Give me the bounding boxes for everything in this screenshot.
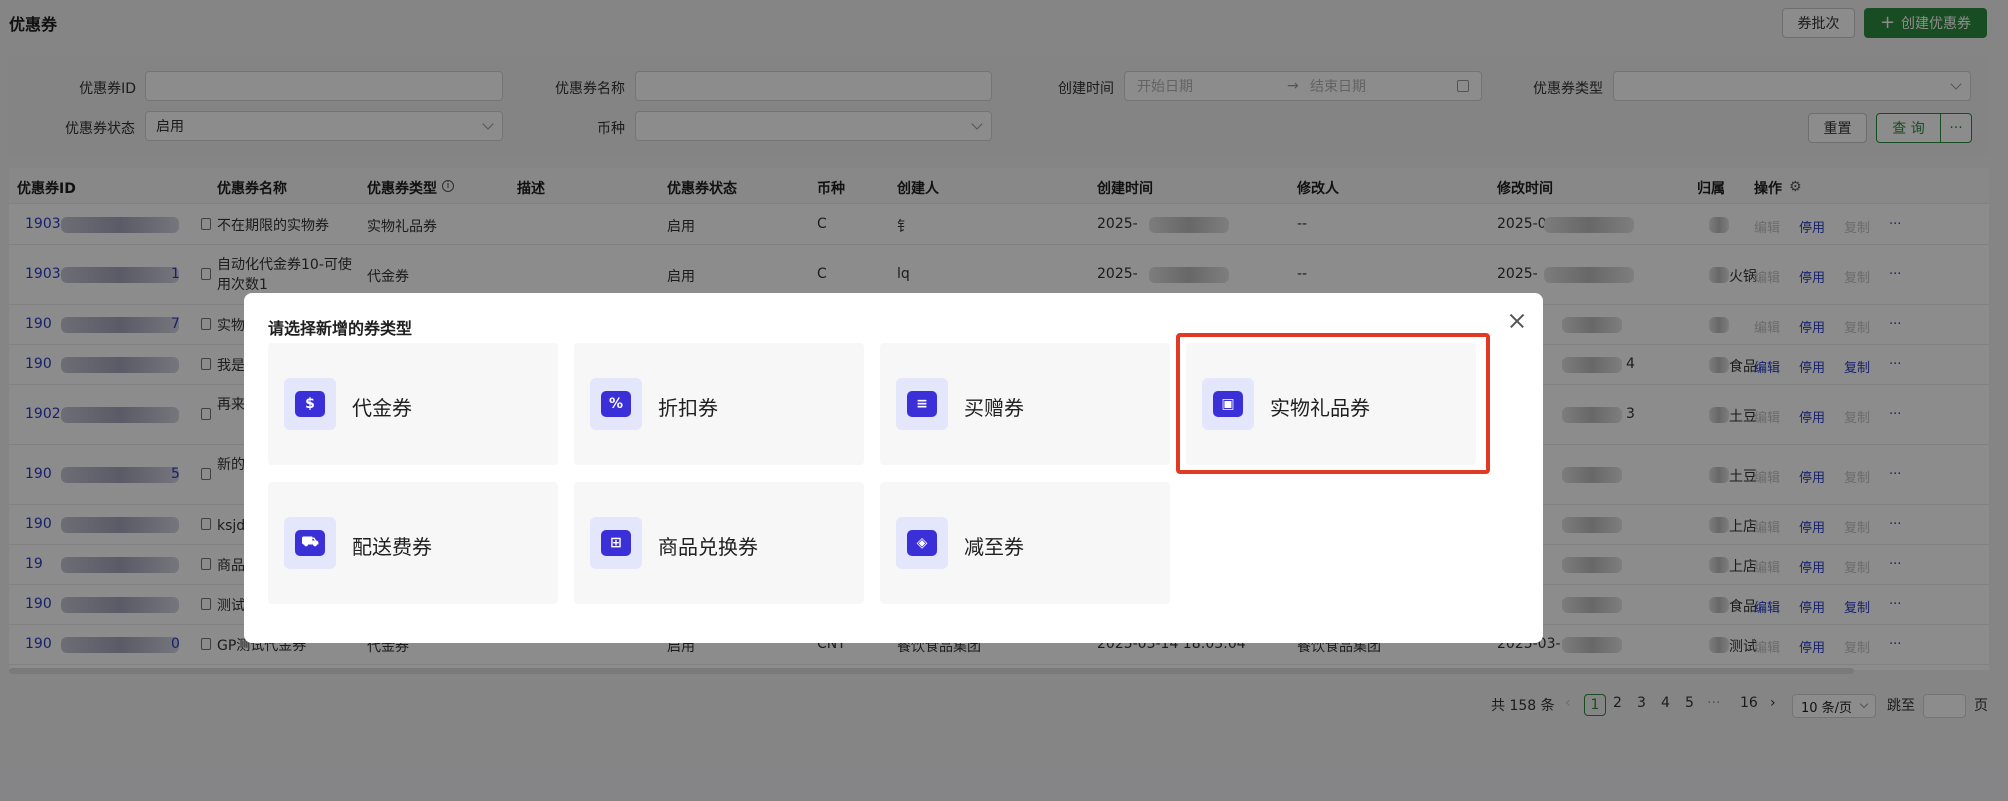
coupon-type-option[interactable]: $ 代金券 (268, 343, 558, 465)
icon-glyph: $ (295, 391, 325, 417)
modal-title: 请选择新增的券类型 (268, 319, 413, 338)
coupon-type-option[interactable]: ≡ 买赠券 (880, 343, 1170, 465)
icon-glyph: ◈ (907, 530, 937, 556)
icon-glyph: ⊞ (601, 530, 631, 556)
coupon-type-option[interactable]: ⛟ 配送费券 (268, 482, 558, 604)
cash-voucher-icon: $ (284, 378, 336, 430)
delivery-icon: ⛟ (284, 517, 336, 569)
price-tag-icon: ◈ (896, 517, 948, 569)
coupon-type-label: 商品兑换券 (658, 535, 758, 559)
coupon-type-label: 代金券 (352, 396, 412, 420)
coupon-type-label: 折扣券 (658, 396, 718, 420)
coupon-type-option[interactable]: % 折扣券 (574, 343, 864, 465)
icon-glyph: ⛟ (295, 530, 325, 556)
coupon-type-option[interactable]: ⊞ 商品兑换券 (574, 482, 864, 604)
coupon-type-label: 配送费券 (352, 535, 432, 559)
close-icon[interactable] (1505, 309, 1529, 333)
icon-glyph: ≡ (907, 391, 937, 417)
coupon-type-option[interactable]: ◈ 减至券 (880, 482, 1170, 604)
highlight-box (1176, 333, 1490, 474)
icon-glyph: % (601, 391, 631, 417)
coupon-type-label: 买赠券 (964, 396, 1024, 420)
product-exchange-icon: ⊞ (590, 517, 642, 569)
discount-icon: % (590, 378, 642, 430)
buy-gift-icon: ≡ (896, 378, 948, 430)
coupon-type-label: 减至券 (964, 535, 1024, 559)
